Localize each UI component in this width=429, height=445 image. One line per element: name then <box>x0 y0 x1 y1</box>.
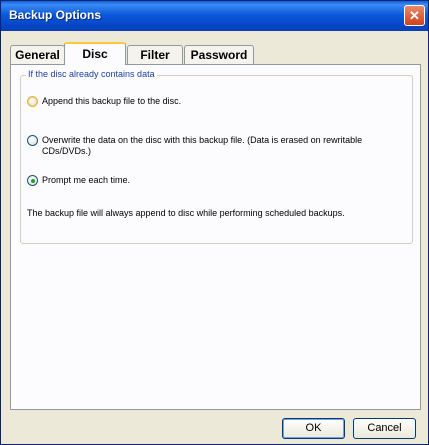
disc-tab-panel: If the disc already contains data Append… <box>10 64 421 410</box>
option-append-label[interactable]: Append this backup file to the disc. <box>42 96 402 107</box>
backup-options-dialog: Backup Options ✕ General Disc Filter Pas… <box>0 0 429 445</box>
cancel-button[interactable]: Cancel <box>353 418 416 439</box>
option-prompt-label[interactable]: Prompt me each time. <box>42 175 402 186</box>
existing-data-groupbox: If the disc already contains data Append… <box>20 69 413 244</box>
tab-disc[interactable]: Disc <box>64 42 126 65</box>
tab-password[interactable]: Password <box>184 45 254 65</box>
window-title: Backup Options <box>9 8 102 22</box>
ok-button[interactable]: OK <box>282 418 345 439</box>
radio-append[interactable] <box>27 96 38 107</box>
tab-filter[interactable]: Filter <box>127 45 183 65</box>
title-bar[interactable]: Backup Options ✕ <box>1 1 428 31</box>
scheduled-backup-note: The backup file will always append to di… <box>27 208 345 218</box>
groupbox-legend: If the disc already contains data <box>26 69 157 79</box>
radio-prompt[interactable] <box>27 175 38 186</box>
radio-overwrite[interactable] <box>27 135 38 146</box>
close-icon[interactable]: ✕ <box>404 5 425 26</box>
tab-general[interactable]: General <box>10 45 65 65</box>
option-overwrite-label[interactable]: Overwrite the data on the disc with this… <box>42 135 402 157</box>
